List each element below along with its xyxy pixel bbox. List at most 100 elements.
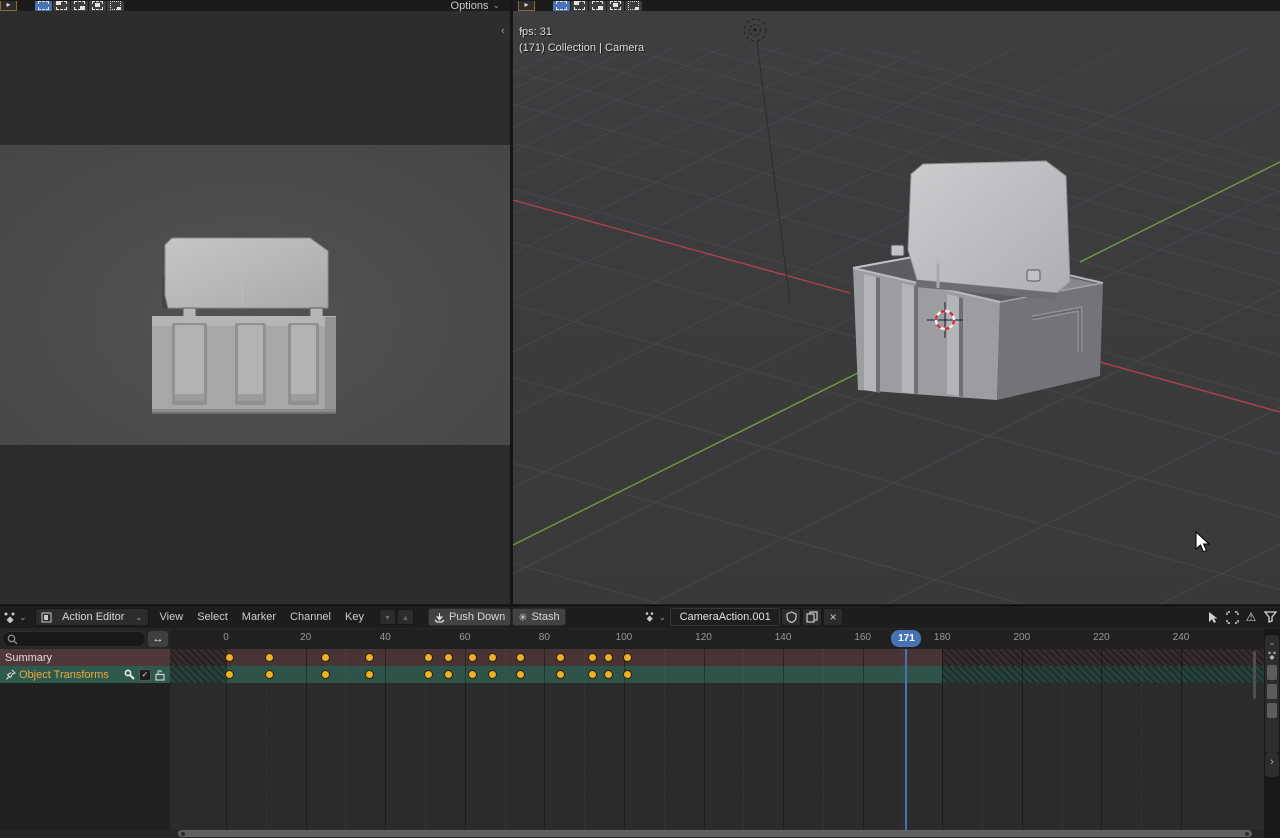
area-resize-handle[interactable]: ‹ › xyxy=(501,25,523,39)
menu-key[interactable]: Key xyxy=(342,611,367,623)
keyframe[interactable] xyxy=(365,653,374,662)
active-tool-icon[interactable]: ▸ xyxy=(0,1,17,11)
ruler-tick-label: 140 xyxy=(768,632,798,643)
channel-summary[interactable]: Summary xyxy=(0,649,170,666)
out-of-range-band xyxy=(170,666,226,683)
push-down-icon xyxy=(434,612,445,623)
wrench-icon[interactable] xyxy=(124,669,136,681)
blender-window: { "viewport_left": { "header": { "option… xyxy=(0,0,1280,837)
keyframe[interactable] xyxy=(556,653,565,662)
stash-button[interactable]: ✳ Stash xyxy=(512,608,565,626)
channel-search-input[interactable] xyxy=(2,631,146,647)
menu-marker[interactable]: Marker xyxy=(239,611,279,623)
keyframe[interactable] xyxy=(516,670,525,679)
select-mode-intersect-button[interactable] xyxy=(107,1,124,11)
select-mode-set-button[interactable] xyxy=(553,1,570,11)
channel-object-transforms[interactable]: Object Transforms ✓ xyxy=(0,666,170,683)
push-down-button[interactable]: Push Down xyxy=(428,608,511,626)
editor-mode-label: Action Editor xyxy=(62,611,124,623)
ruler-tick-label: 200 xyxy=(1007,632,1037,643)
keyframe[interactable] xyxy=(604,670,613,679)
timeline-ruler[interactable]: 020406080100120140160180200220240171 xyxy=(170,629,1264,649)
select-mode-subtract-button[interactable] xyxy=(589,1,606,11)
collapsed-panel-top[interactable]: ⌄ xyxy=(1265,635,1279,753)
chevron-down-icon: ⌄ xyxy=(19,613,27,622)
action-editor-icon xyxy=(41,612,52,623)
select-mode-set-button[interactable] xyxy=(35,1,52,11)
options-dropdown[interactable]: Options ⌄ xyxy=(451,0,500,12)
select-mode-extend-button[interactable] xyxy=(571,1,588,11)
horizontal-scrollbar[interactable] xyxy=(178,830,1252,837)
action-name-value: CameraAction.001 xyxy=(680,611,771,623)
unlock-icon[interactable] xyxy=(154,669,166,681)
show-hidden-toggle[interactable] xyxy=(1224,609,1240,625)
select-mode-invert-button[interactable] xyxy=(89,1,106,11)
grid-line-minor xyxy=(1062,649,1064,830)
crate-lid xyxy=(165,238,328,308)
chest-model[interactable] xyxy=(853,161,1103,400)
current-frame-badge[interactable]: 171 xyxy=(891,630,921,647)
keying-dots-icon xyxy=(1267,651,1277,661)
editor-mode-dropdown[interactable]: Action Editor ⌄ xyxy=(35,608,149,626)
action-name-field[interactable]: CameraAction.001 xyxy=(670,608,780,626)
grid-line-minor xyxy=(902,649,904,830)
chevron-right-icon: › xyxy=(1270,756,1274,768)
scrollbar-zoom-handle-left[interactable] xyxy=(181,832,185,836)
unlink-action-button[interactable]: × xyxy=(823,608,843,626)
channel-enable-checkbox[interactable]: ✓ xyxy=(139,669,151,681)
layer-up-button[interactable]: ▴ xyxy=(397,609,414,625)
dope-sheet-editor-icon xyxy=(3,611,17,623)
active-tool-icon[interactable]: ▸ xyxy=(518,1,535,11)
out-of-range-band xyxy=(170,649,226,666)
scrollbar-zoom-handle-right[interactable] xyxy=(1245,832,1249,836)
sidebar-expand-tab[interactable]: › xyxy=(1265,753,1279,777)
grid-line xyxy=(544,649,545,830)
current-frame-line[interactable] xyxy=(905,649,907,830)
keyframe[interactable] xyxy=(321,670,330,679)
keyframe[interactable] xyxy=(556,670,565,679)
vertical-scrollbar[interactable] xyxy=(1253,651,1256,699)
editor-type-dropdown[interactable]: ⌄ xyxy=(3,611,27,623)
scene-3d xyxy=(513,11,1280,604)
select-mode-subtract-button[interactable] xyxy=(71,1,88,11)
expand-channels-button[interactable]: ↔ xyxy=(148,631,168,647)
viewport-left-header: ▸ Options ⌄ xyxy=(0,0,510,11)
viewport-camera-view[interactable] xyxy=(0,11,510,604)
dope-sheet-header: ⌄ Action Editor ⌄ View Select Marker Cha… xyxy=(0,606,1280,628)
viewport-3d-perspective[interactable]: fps: 31 (171) Collection | Camera xyxy=(513,11,1280,604)
show-errors-toggle[interactable]: ⚠ xyxy=(1243,609,1259,625)
keyframe[interactable] xyxy=(588,653,597,662)
pin-icon[interactable] xyxy=(5,669,16,681)
check-icon: ✓ xyxy=(142,670,149,679)
dope-sheet-area: ⌄ Action Editor ⌄ View Select Marker Cha… xyxy=(0,605,1280,838)
panel-button[interactable] xyxy=(1267,684,1277,699)
panel-button[interactable] xyxy=(1267,703,1277,718)
layer-down-button[interactable]: ▾ xyxy=(379,609,396,625)
fake-user-button[interactable] xyxy=(781,608,801,626)
keyframe[interactable] xyxy=(365,670,374,679)
grid-line xyxy=(465,649,466,830)
snowflake-icon: ✳ xyxy=(518,611,527,624)
filter-dropdown[interactable] xyxy=(1262,609,1278,625)
panel-button[interactable] xyxy=(1267,665,1277,680)
select-mode-invert-button[interactable] xyxy=(607,1,624,11)
keyframe[interactable] xyxy=(516,653,525,662)
grid-line-minor xyxy=(1141,649,1143,830)
menu-channel[interactable]: Channel xyxy=(287,611,334,623)
menu-view[interactable]: View xyxy=(157,611,187,623)
grid-line-minor xyxy=(345,649,347,830)
keyframe-track-area[interactable] xyxy=(170,649,1264,830)
menu-select[interactable]: Select xyxy=(194,611,231,623)
out-of-range-band xyxy=(942,666,1264,683)
arrows-horizontal-icon: ↔ xyxy=(153,633,164,645)
keyframe[interactable] xyxy=(321,653,330,662)
action-browse-dropdown[interactable]: ⌄ xyxy=(640,611,670,623)
select-mode-intersect-button[interactable] xyxy=(625,1,642,11)
only-selected-toggle[interactable] xyxy=(1205,609,1221,625)
keyframe[interactable] xyxy=(588,670,597,679)
select-mode-buttons xyxy=(35,1,124,11)
new-action-button[interactable] xyxy=(802,608,822,626)
select-mode-extend-button[interactable] xyxy=(53,1,70,11)
keyframe[interactable] xyxy=(604,653,613,662)
grid-line-minor xyxy=(743,649,745,830)
